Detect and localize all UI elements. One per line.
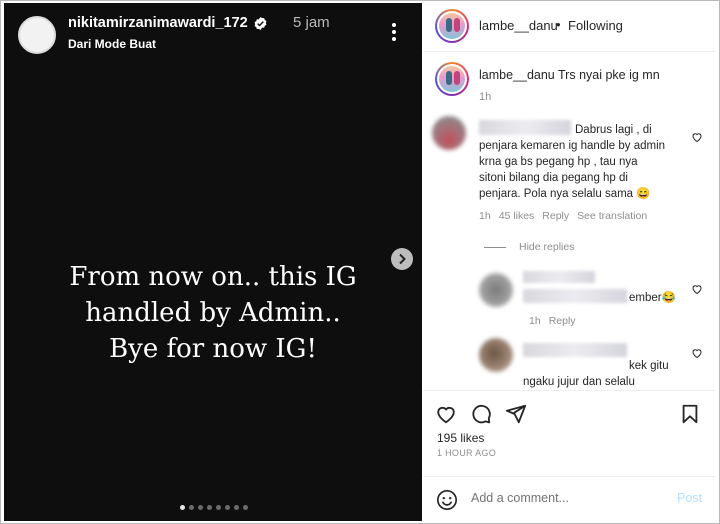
share-paper-plane-icon[interactable]: [505, 403, 527, 425]
comment-line: penjara. Pola nya selalu sama 😄: [479, 188, 651, 200]
following-button[interactable]: Following: [568, 18, 623, 33]
post-author-username[interactable]: lambe__danu: [479, 18, 558, 33]
next-story-button[interactable]: [391, 248, 413, 270]
caption-time: 1h: [479, 91, 492, 103]
story-line: From now on.. this IG: [69, 262, 357, 292]
progress-dot: [234, 505, 239, 510]
save-bookmark-icon[interactable]: [679, 403, 701, 425]
reply-text: ember😂: [629, 292, 676, 304]
comment-line: penjara kemaren ig handle by admin: [479, 140, 666, 152]
progress-dot: [180, 505, 185, 510]
post-author-avatar[interactable]: [435, 9, 469, 43]
like-heart-icon[interactable]: [435, 403, 457, 425]
story-avatar[interactable]: [18, 16, 56, 54]
story-line: handled by Admin..: [85, 298, 341, 328]
post-panel: lambe__danu • Following lambe__danu Trs …: [423, 3, 716, 521]
progress-dot: [216, 505, 221, 510]
header-separator: •: [556, 17, 561, 32]
story-line: Bye for now IG!: [109, 334, 317, 364]
story-progress-dots: [180, 505, 248, 510]
comment-line: krna ga bs pegang hp , tau nya: [479, 156, 638, 168]
post-timestamp: 1 HOUR AGO: [437, 448, 497, 458]
story-username-row[interactable]: nikitamirzanimawardi_172: [68, 15, 268, 31]
reply-avatar[interactable]: [479, 273, 513, 307]
caption-avatar[interactable]: [435, 62, 469, 96]
comment-line: sitoni bilang dia pegang hp di: [479, 172, 628, 184]
reply-button[interactable]: Reply: [542, 210, 569, 222]
like-count[interactable]: 195 likes: [437, 431, 484, 445]
reply-like-heart-icon[interactable]: [691, 347, 703, 359]
reply-line: kek gitu: [629, 360, 669, 372]
header-divider: [423, 51, 716, 52]
caption-text: Trs nyai pke ig mn: [558, 68, 660, 82]
reply-avatar[interactable]: [479, 338, 513, 372]
comment-likes[interactable]: 45 likes: [499, 210, 535, 222]
post-comment-button[interactable]: Post: [677, 491, 702, 505]
comment-bubble-icon[interactable]: [470, 403, 492, 425]
reply-meta: 1h Reply: [529, 315, 576, 327]
story-subtitle: Dari Mode Buat: [68, 37, 157, 51]
comment-time: 1h: [479, 210, 491, 222]
story-viewer: nikitamirzanimawardi_172 5 jam Dari Mode…: [4, 3, 422, 521]
story-username[interactable]: nikitamirzanimawardi_172: [68, 15, 248, 31]
story-time: 5 jam: [293, 14, 330, 31]
post-actions: [423, 393, 716, 425]
story-text: From now on.. this IG handled by Admin..…: [38, 259, 388, 367]
comment-text: Dabrus lagi , di penjara kemaren ig hand…: [479, 122, 709, 202]
add-comment-input[interactable]: [471, 491, 661, 505]
comment-line: Dabrus lagi , di: [575, 124, 652, 136]
verified-icon: [254, 16, 267, 30]
more-options-icon[interactable]: [389, 21, 399, 43]
chevron-right-icon: [399, 253, 406, 265]
reply-username-blurred[interactable]: [523, 271, 595, 283]
hide-replies-line: [484, 247, 506, 248]
comment-like-heart-icon[interactable]: [691, 131, 703, 143]
progress-dot: [225, 505, 230, 510]
comment-meta: 1h 45 likes Reply See translation: [479, 210, 647, 222]
reply-button[interactable]: Reply: [549, 315, 576, 327]
reply-line: ngaku jujur dan selalu: [523, 376, 635, 388]
reply-time: 1h: [529, 315, 541, 327]
caption: lambe__danu Trs nyai pke ig mn: [479, 68, 660, 82]
comments-divider: [423, 390, 716, 391]
emoji-icon[interactable]: [436, 489, 458, 511]
comment-avatar[interactable]: [432, 116, 466, 150]
progress-dot: [189, 505, 194, 510]
reply-mention-blurred: [523, 289, 627, 303]
progress-dot: [198, 505, 203, 510]
add-comment-row: Post: [423, 476, 716, 521]
reply-text: kek gitu ngaku jujur dan selalu: [523, 358, 683, 390]
see-translation-button[interactable]: See translation: [577, 210, 647, 222]
progress-dot: [243, 505, 248, 510]
caption-username[interactable]: lambe__danu: [479, 68, 555, 82]
reply-like-heart-icon[interactable]: [691, 283, 703, 295]
reply-username-blurred[interactable]: [523, 343, 627, 357]
progress-dot: [207, 505, 212, 510]
hide-replies-button[interactable]: Hide replies: [519, 241, 574, 253]
